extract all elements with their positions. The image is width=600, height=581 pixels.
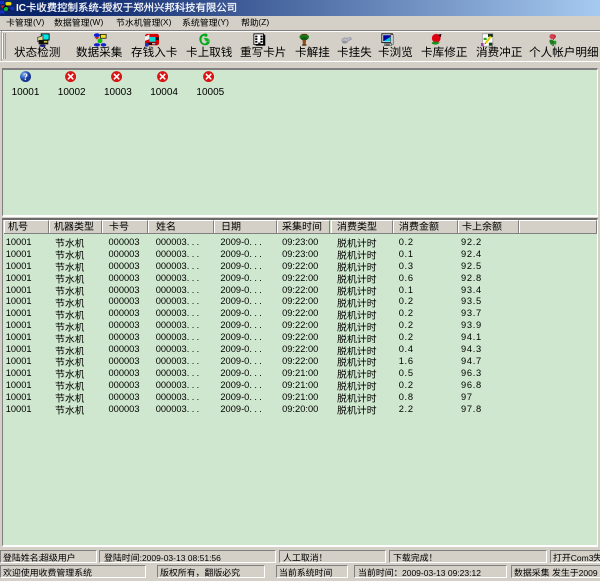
svg-text:?: ? — [23, 72, 27, 82]
